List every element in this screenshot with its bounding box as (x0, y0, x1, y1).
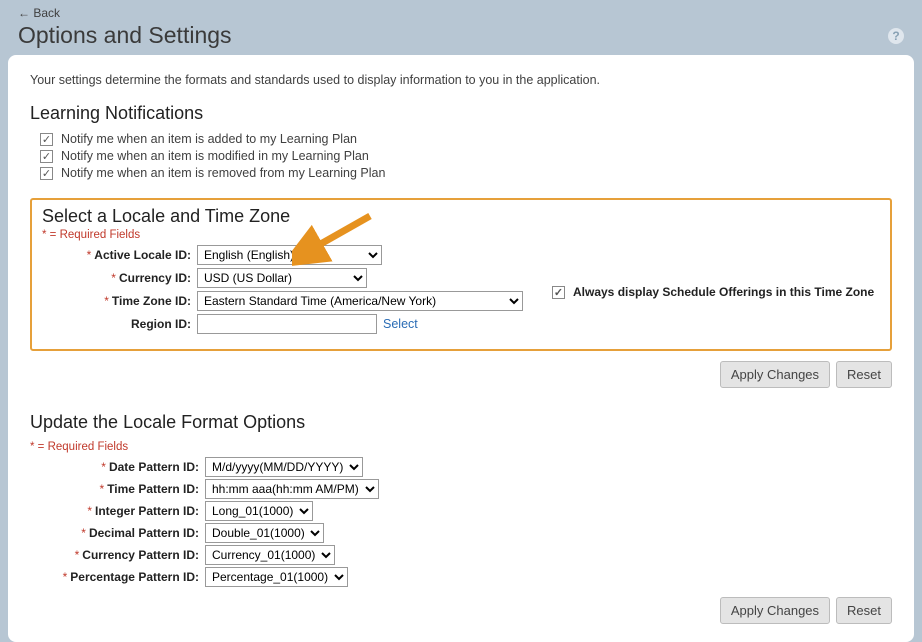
locale-timezone-box: Select a Locale and Time Zone * = Requir… (30, 198, 892, 351)
integer-pattern-select[interactable]: Long_01(1000) (205, 501, 313, 521)
notify-modified-label: Notify me when an item is modified in my… (61, 149, 369, 163)
timezone-select[interactable]: Eastern Standard Time (America/New York) (197, 291, 523, 311)
checkbox-notify-added[interactable]: ✓ (40, 133, 53, 146)
page-title: Options and Settings (18, 22, 232, 49)
time-pattern-select[interactable]: hh:mm aaa(hh:mm AM/PM) (205, 479, 379, 499)
apply-changes-button-locale[interactable]: Apply Changes (720, 361, 830, 388)
currency-label: *Currency ID: (42, 271, 197, 285)
checkbox-notify-modified[interactable]: ✓ (40, 150, 53, 163)
currency-pattern-label: *Currency Pattern ID: (30, 548, 205, 562)
decimal-pattern-label: *Decimal Pattern ID: (30, 526, 205, 540)
back-link[interactable]: ← Back (18, 6, 60, 20)
decimal-pattern-select[interactable]: Double_01(1000) (205, 523, 324, 543)
intro-text: Your settings determine the formats and … (30, 73, 892, 87)
active-locale-select[interactable]: English (English) (197, 245, 382, 265)
reset-button-locale[interactable]: Reset (836, 361, 892, 388)
format-required-note: * = Required Fields (30, 441, 892, 453)
date-pattern-label: *Date Pattern ID: (30, 460, 205, 474)
currency-pattern-select[interactable]: Currency_01(1000) (205, 545, 335, 565)
region-input[interactable] (197, 314, 377, 334)
currency-select[interactable]: USD (US Dollar) (197, 268, 367, 288)
notify-added-label: Notify me when an item is added to my Le… (61, 132, 357, 146)
reset-button-format[interactable]: Reset (836, 597, 892, 624)
integer-pattern-label: *Integer Pattern ID: (30, 504, 205, 518)
checkbox-notify-removed[interactable]: ✓ (40, 167, 53, 180)
notify-removed-label: Notify me when an item is removed from m… (61, 166, 385, 180)
format-title: Update the Locale Format Options (30, 412, 892, 433)
checkbox-always-display-tz[interactable]: ✓ (552, 286, 565, 299)
required-note: * = Required Fields (42, 229, 880, 241)
always-display-tz-label: Always display Schedule Offerings in thi… (573, 285, 874, 299)
active-locale-label: *Active Locale ID: (42, 248, 197, 262)
region-label: Region ID: (42, 317, 197, 331)
main-panel: Your settings determine the formats and … (8, 55, 914, 642)
region-select-link[interactable]: Select (383, 317, 418, 331)
locale-title: Select a Locale and Time Zone (42, 206, 880, 227)
timezone-label: *Time Zone ID: (42, 294, 197, 308)
percentage-pattern-label: *Percentage Pattern ID: (30, 570, 205, 584)
date-pattern-select[interactable]: M/d/yyyy(MM/DD/YYYY) (205, 457, 363, 477)
notifications-title: Learning Notifications (30, 103, 892, 124)
time-pattern-label: *Time Pattern ID: (30, 482, 205, 496)
percentage-pattern-select[interactable]: Percentage_01(1000) (205, 567, 348, 587)
apply-changes-button-format[interactable]: Apply Changes (720, 597, 830, 624)
help-icon[interactable]: ? (888, 28, 904, 44)
